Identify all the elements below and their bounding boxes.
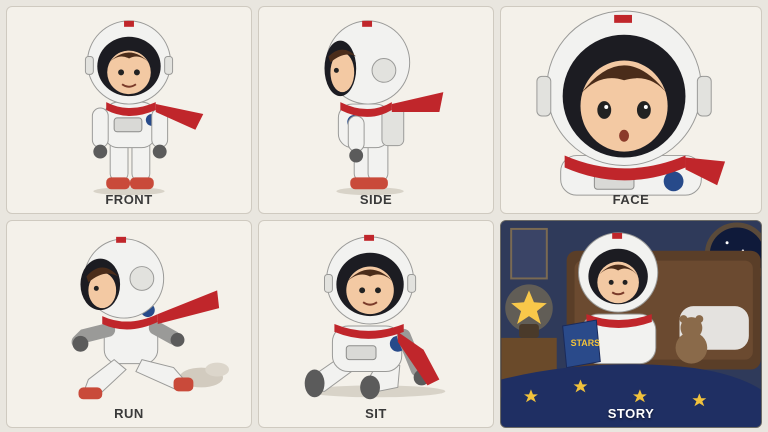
panel-label-front: FRONT [105, 192, 153, 207]
astronaut-sitting-illustration [304, 234, 446, 400]
panel-label-run: RUN [114, 406, 144, 421]
panel-label-face: FACE [612, 192, 650, 207]
panel-front: FRONT [6, 6, 252, 214]
character-sheet-grid: FRONT SIDE FACE RUN SIT STARS STORY [6, 6, 762, 428]
panel-sit: SIT [258, 220, 494, 428]
astronaut-side-illustration [324, 20, 444, 196]
panel-run: RUN [6, 220, 252, 428]
panel-label-side: SIDE [359, 192, 393, 207]
panel-story: STARS STORY [500, 220, 762, 428]
book-title: STARS [571, 338, 601, 348]
panel-label-sit: SIT [365, 406, 387, 421]
astronaut-bedtime-story-illustration: STARS [501, 221, 761, 427]
panel-side: SIDE [258, 6, 494, 214]
panel-face: FACE [500, 6, 762, 214]
panel-label-story: STORY [607, 406, 655, 421]
astronaut-face-closeup-illustration [536, 10, 726, 196]
astronaut-front-illustration [84, 20, 204, 196]
astronaut-running-illustration [71, 236, 230, 400]
